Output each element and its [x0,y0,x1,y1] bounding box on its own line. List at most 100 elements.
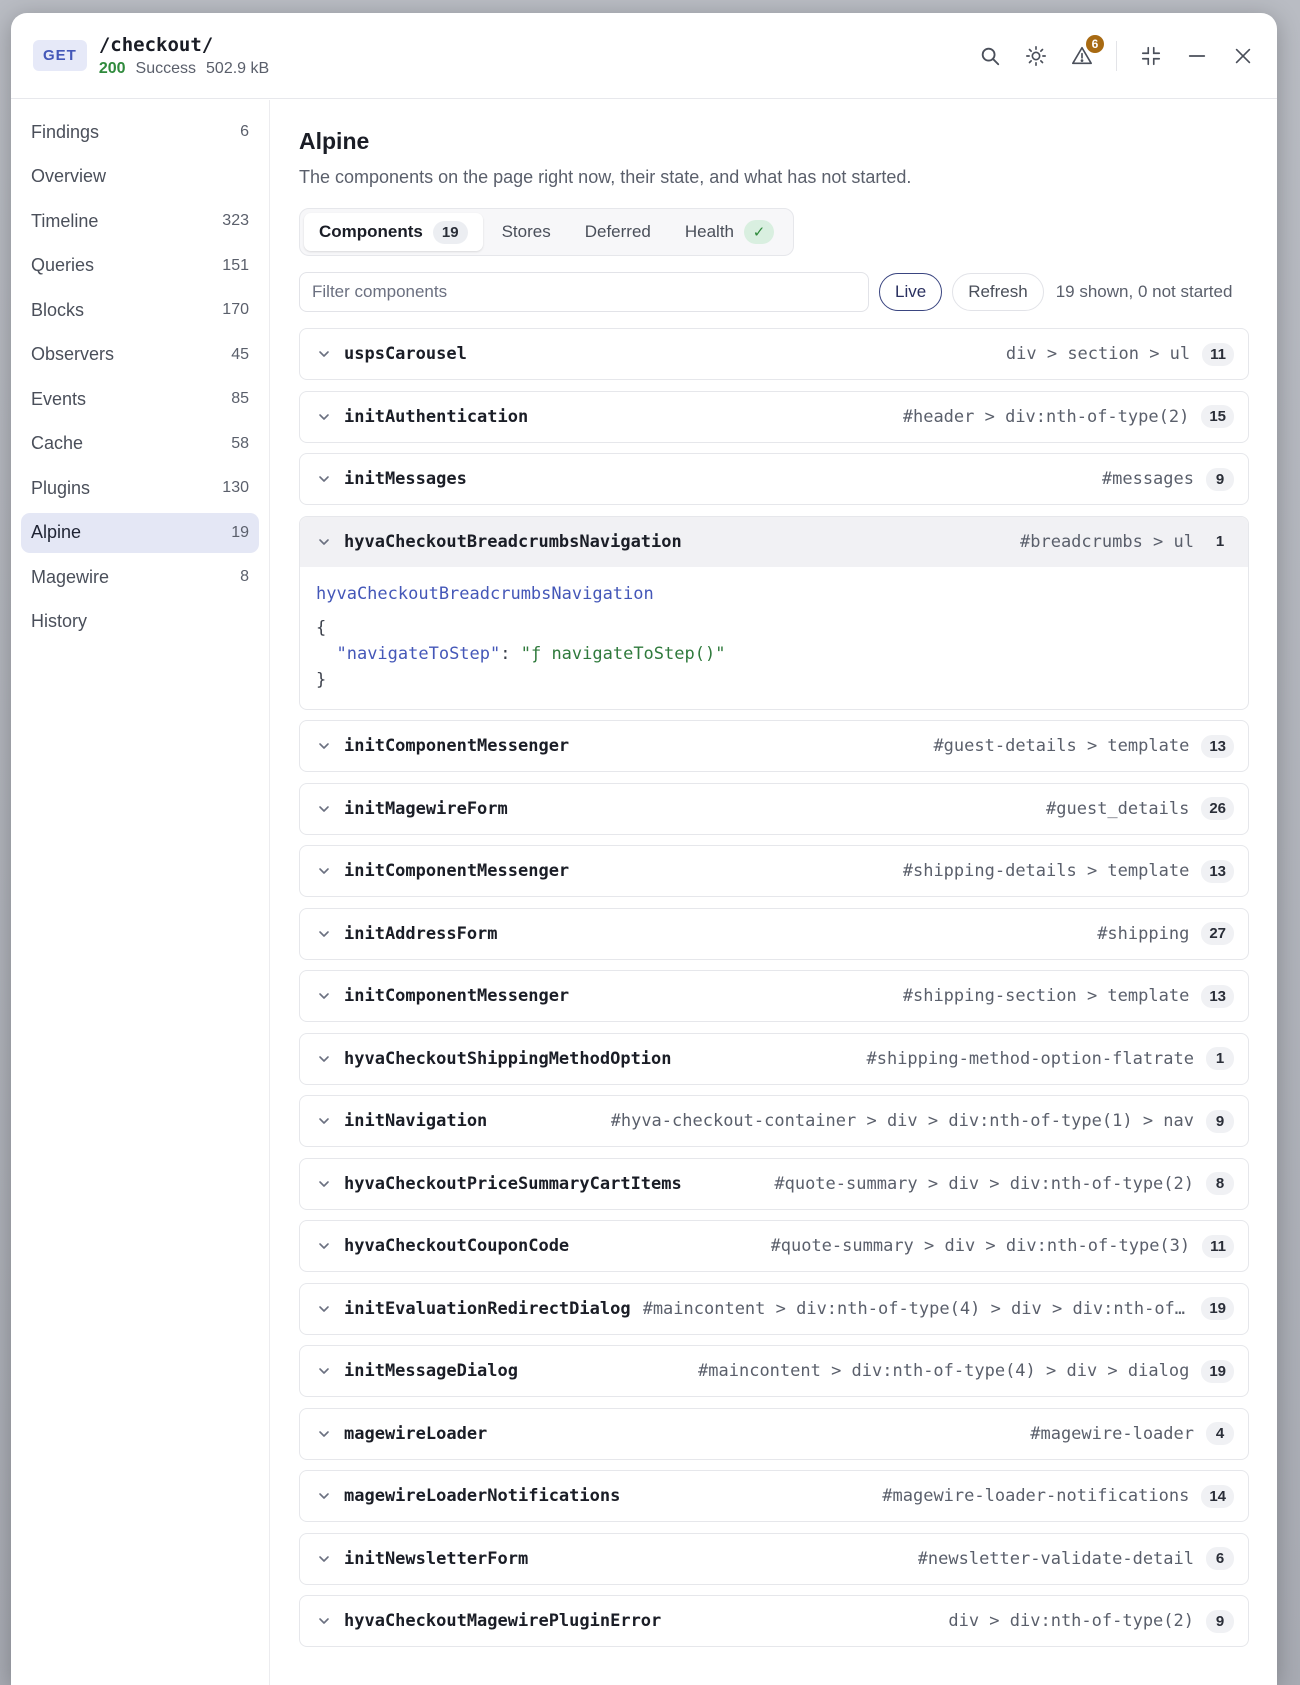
component-row-header[interactable]: hyvaCheckoutMagewirePluginError div > div… [300,1596,1248,1646]
component-row-header[interactable]: initMessages #messages 9 [300,454,1248,504]
component-row-header[interactable]: initAddressForm #shipping 27 [300,909,1248,959]
tab-deferred[interactable]: Deferred [570,213,666,251]
component-selector: #guest-details > template [933,736,1190,756]
component-count-badge: 15 [1201,405,1234,428]
tab-health[interactable]: Health ✓ [670,213,789,251]
component-name: initComponentMessenger [344,861,570,881]
chevron-down-icon[interactable] [316,1238,332,1254]
devtools-panel: GET /checkout/ 200 Success 502.9 kB 6 Fi… [11,13,1277,1685]
component-row-header[interactable]: uspsCarousel div > section > ul 11 [300,329,1248,379]
refresh-button[interactable]: Refresh [952,273,1044,311]
component-selector: #shipping-method-option-flatrate [866,1048,1194,1069]
sidebar-item-label: Cache [31,433,84,453]
chevron-down-icon[interactable] [316,926,332,942]
search-icon[interactable] [978,44,1002,68]
tab-count-badge: 19 [432,220,468,244]
sidebar-item-findings[interactable]: Findings 6 [21,112,259,152]
page-subtitle: The components on the page right now, th… [299,167,912,187]
json-property: "navigateToStep": "ƒ navigateToStep()" [336,643,726,664]
chevron-down-icon[interactable] [316,1051,332,1067]
chevron-down-icon[interactable] [316,1363,332,1379]
sidebar-item-magewire[interactable]: Magewire 8 [21,557,259,597]
chevron-down-icon[interactable] [316,1176,332,1192]
component-name: hyvaCheckoutShippingMethodOption [344,1048,672,1069]
sidebar-item-count: 45 [231,345,249,363]
component-row: initAddressForm #shipping 27 [299,907,1249,960]
sidebar-item-blocks[interactable]: Blocks 170 [21,290,259,330]
chevron-down-icon[interactable] [316,534,332,550]
chevron-down-icon[interactable] [316,1613,332,1629]
tab-stores[interactable]: Stores [487,213,566,251]
sidebar-item-overview[interactable]: Overview [21,157,259,197]
sidebar-item-queries[interactable]: Queries 151 [21,246,259,286]
chevron-down-icon[interactable] [316,1488,332,1504]
component-row-header[interactable]: initAuthentication #header > div:nth-of-t… [300,392,1248,442]
component-name: initComponentMessenger [344,986,570,1006]
chevron-down-icon[interactable] [316,1301,332,1317]
view-tabs: Components 19 Stores Deferred Health ✓ [299,208,794,256]
component-row-header[interactable]: hyvaCheckoutShippingMethodOption #shippin… [300,1034,1248,1084]
sidebar-item-history[interactable]: History [21,602,259,642]
tab-components[interactable]: Components 19 [304,213,483,251]
component-selector: #shipping-details > template [902,861,1190,881]
sidebar-item-cache[interactable]: Cache 58 [21,424,259,464]
live-button[interactable]: Live [879,273,943,311]
component-count-badge: 1 [1215,533,1225,550]
component-row-header[interactable]: initComponentMessenger #guest-details > t… [300,721,1248,771]
sidebar-item-alpine[interactable]: Alpine 19 [21,512,259,553]
chevron-down-icon[interactable] [316,1551,332,1567]
chevron-down-icon[interactable] [316,863,332,879]
component-row-header[interactable]: magewireLoader #magewire-loader 4 [300,1409,1248,1459]
component-row-header[interactable]: initComponentMessenger #shipping-section … [300,971,1248,1021]
component-name: initNavigation [344,1111,488,1131]
sidebar-item-label: Alpine [31,522,82,542]
component-count-badge: 13 [1201,859,1234,883]
chevron-down-icon[interactable] [316,738,332,754]
json-value: "ƒ navigateToStep()" [520,643,726,664]
chevron-down-icon[interactable] [316,988,332,1004]
sidebar-item-plugins[interactable]: Plugins 130 [21,468,259,508]
component-row-header[interactable]: initMessageDialog #maincontent > div:nth-… [300,1346,1248,1396]
warning-icon[interactable]: 6 [1070,35,1104,68]
component-row-header[interactable]: hyvaCheckoutCouponCode #quote-summary > d… [300,1221,1248,1271]
component-row-header[interactable]: initNewsletterForm #newsletter-validate-d… [300,1534,1248,1584]
component-row-header[interactable]: hyvaCheckoutBreadcrumbsNavigation #breadc… [300,516,1248,567]
sidebar-item-observers[interactable]: Observers 45 [21,335,259,375]
component-row-header[interactable]: initEvaluationRedirectDialog #maincontent… [300,1284,1248,1334]
filter-input[interactable] [299,272,869,312]
component-selector: div > div:nth-of-type(2) [948,1611,1194,1631]
status-code: 200 [98,59,126,77]
collapse-icon[interactable] [1139,44,1163,68]
component-row: initAuthentication #header > div:nth-of-t… [299,390,1249,443]
minimize-icon[interactable] [1185,44,1209,68]
component-count-badge: 13 [1201,984,1234,1008]
component-name: magewireLoaderNotifications [344,1486,621,1506]
component-row-header[interactable]: initMagewireForm #guest_details 26 [300,784,1248,834]
chevron-down-icon[interactable] [316,471,332,487]
sidebar-item-events[interactable]: Events 85 [21,379,259,419]
component-selector: #hyva-checkout-container > div > div:nth… [610,1111,1194,1131]
chevron-down-icon[interactable] [316,1426,332,1442]
close-icon[interactable] [1231,44,1255,68]
sidebar-item-count: 58 [231,434,249,452]
component-row-header[interactable]: initComponentMessenger #shipping-details … [300,846,1248,896]
chevron-down-icon[interactable] [316,1113,332,1129]
component-row-header[interactable]: magewireLoaderNotifications #magewire-loa… [300,1471,1248,1521]
component-row-header[interactable]: initNavigation #hyva-checkout-container >… [300,1096,1248,1146]
component-row: initNavigation #hyva-checkout-container >… [299,1095,1249,1147]
chevron-down-icon[interactable] [316,409,332,425]
sidebar-item-label: Overview [31,166,107,186]
chevron-down-icon[interactable] [316,801,332,817]
sun-icon[interactable] [1024,44,1048,68]
component-name: initAddressForm [344,923,498,944]
component-selector: #maincontent > div:nth-of-type(4) > div … [698,1361,1190,1381]
component-count-badge: 11 [1202,342,1234,366]
component-row: uspsCarousel div > section > ul 11 [299,328,1249,380]
component-selector: #shipping-section > template [902,986,1190,1006]
sidebar-item-timeline[interactable]: Timeline 323 [21,201,259,241]
component-count-badge: 13 [1201,734,1234,758]
component-row-header[interactable]: hyvaCheckoutPriceSummaryCartItems #quote-… [300,1159,1248,1209]
sidebar-item-label: History [31,611,88,631]
component-row: magewireLoader #magewire-loader 4 [299,1407,1249,1460]
chevron-down-icon[interactable] [316,346,332,362]
